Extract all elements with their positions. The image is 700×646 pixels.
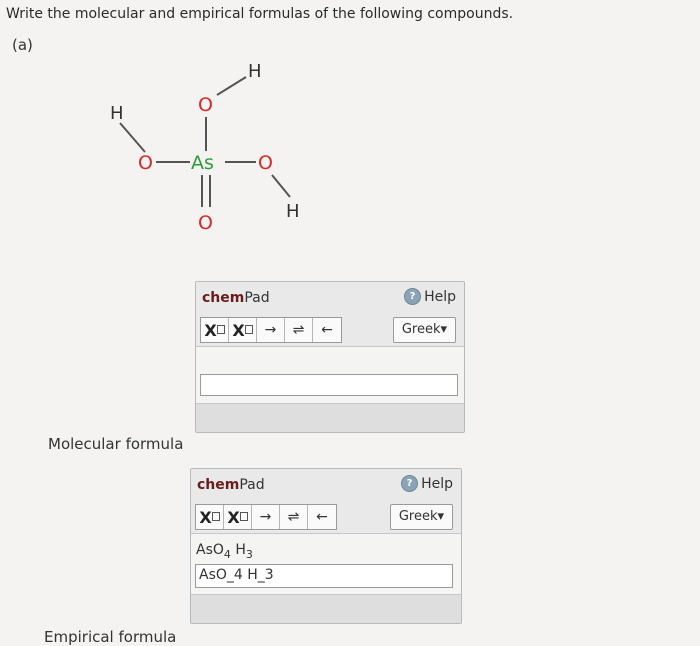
back-arrow-button[interactable]: ← bbox=[313, 318, 341, 342]
back-arrow-button[interactable]: ← bbox=[308, 505, 336, 529]
subscript-button[interactable]: X bbox=[201, 318, 229, 342]
molecular-formula-input[interactable] bbox=[200, 374, 458, 396]
help-icon: ? bbox=[404, 288, 422, 305]
atom-o-left: O bbox=[138, 152, 153, 174]
atom-h-right: H bbox=[286, 201, 300, 222]
chempad-footer bbox=[191, 595, 461, 623]
help-button[interactable]: ? Help bbox=[404, 288, 456, 305]
superscript-button[interactable]: X bbox=[224, 505, 252, 529]
help-icon: ? bbox=[401, 475, 419, 492]
bond-oright-hright bbox=[271, 174, 291, 198]
part-label: (a) bbox=[12, 36, 33, 54]
molecule-structure: H O H O As O O H bbox=[90, 55, 310, 245]
arrow-button[interactable]: → bbox=[252, 505, 280, 529]
format-tools: X X → ⇌ ← bbox=[200, 317, 342, 343]
equilibrium-button[interactable]: ⇌ bbox=[285, 318, 313, 342]
greek-dropdown[interactable]: Greek▾ bbox=[389, 504, 453, 530]
chempad-body bbox=[196, 346, 464, 404]
chempad-footer bbox=[196, 404, 464, 432]
atom-h-top: H bbox=[248, 61, 262, 82]
bond-oleft-hleft bbox=[119, 122, 146, 153]
equilibrium-button[interactable]: ⇌ bbox=[280, 505, 308, 529]
chempad-body: AsO4 H3 AsO_4 H_3 bbox=[191, 533, 461, 595]
format-tools: X X → ⇌ ← bbox=[195, 504, 337, 530]
atom-o-top: O bbox=[198, 94, 213, 116]
atom-as: As bbox=[191, 152, 214, 174]
chempad-toolbar: chemPad ? Help X X → ⇌ ← Greek▾ bbox=[196, 282, 464, 345]
superscript-button[interactable]: X bbox=[229, 318, 257, 342]
formula-preview: AsO4 H3 bbox=[196, 542, 253, 561]
greek-dropdown[interactable]: Greek▾ bbox=[392, 317, 456, 343]
chempad-toolbar: chemPad ? Help X X → ⇌ ← Greek▾ bbox=[191, 469, 461, 532]
molecular-formula-label: Molecular formula bbox=[48, 435, 184, 453]
atom-h-left: H bbox=[110, 103, 124, 124]
subscript-button[interactable]: X bbox=[196, 505, 224, 529]
chempad-title: chemPad bbox=[197, 477, 265, 493]
help-button[interactable]: ? Help bbox=[401, 475, 453, 492]
chempad-title: chemPad bbox=[202, 290, 270, 306]
empirical-formula-input[interactable]: AsO_4 H_3 bbox=[195, 564, 453, 588]
arrow-button[interactable]: → bbox=[257, 318, 285, 342]
bond-otop-htop bbox=[216, 76, 247, 96]
empirical-formula-label: Empirical formula bbox=[44, 628, 177, 646]
molecule-drawing: H O H O As O O H bbox=[110, 61, 300, 234]
question-text: Write the molecular and empirical formul… bbox=[6, 6, 514, 22]
atom-o-bottom: O bbox=[198, 212, 213, 234]
chempad-molecular: chemPad ? Help X X → ⇌ ← Greek▾ bbox=[195, 281, 465, 433]
atom-o-right: O bbox=[258, 152, 273, 174]
chempad-empirical: chemPad ? Help X X → ⇌ ← Greek▾ AsO4 H3 A… bbox=[190, 468, 462, 624]
